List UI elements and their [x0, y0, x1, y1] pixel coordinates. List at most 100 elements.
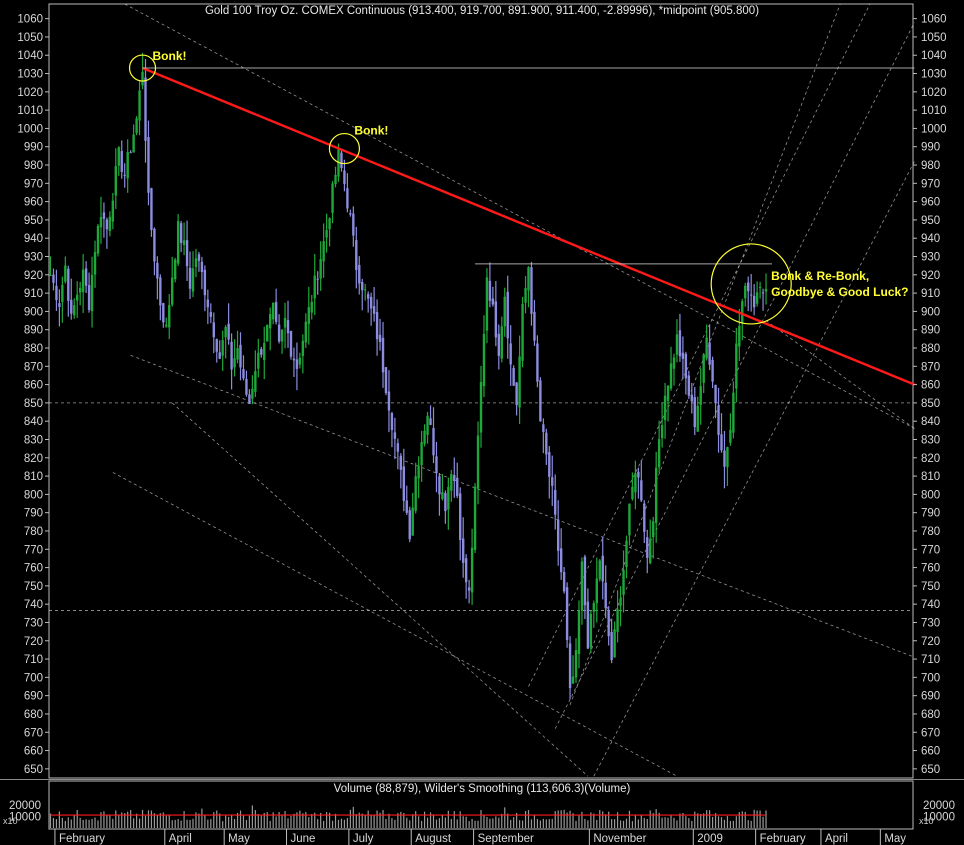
price-bar-body — [76, 294, 79, 301]
y-tick-label-right: 760 — [921, 563, 940, 575]
price-bar-body — [73, 305, 76, 316]
price-bar-body — [84, 268, 88, 286]
price-bar-body — [254, 371, 257, 392]
price-bar-body — [185, 240, 189, 267]
y-tick-label-right: 730 — [921, 617, 940, 629]
price-bar-body — [616, 609, 619, 632]
y-tick-label-left: 780 — [24, 526, 43, 538]
price-bar-body — [456, 477, 459, 496]
price-bar-body — [364, 289, 367, 291]
price-bar-body — [631, 486, 634, 500]
price-bar-body — [271, 302, 275, 320]
price-bar-body — [467, 587, 471, 591]
y-tick-label-right: 850 — [921, 398, 940, 410]
price-bar-body — [613, 629, 616, 658]
price-bar-body — [245, 378, 248, 395]
y-tick-label-right: 930 — [921, 252, 940, 264]
price-bar-body — [129, 152, 132, 154]
price-bar-body — [592, 603, 596, 612]
price-bar-body — [58, 303, 61, 307]
price-bar-body — [518, 356, 521, 408]
price-bar-body — [669, 363, 673, 389]
x-tick-label: July — [353, 833, 374, 845]
price-bar-body — [49, 274, 52, 276]
y-tick-label-left: 650 — [24, 764, 43, 776]
volume-label: Volume (88,879), Wilder's Smoothing (113… — [334, 783, 631, 795]
y-tick-label-right: 1010 — [921, 105, 947, 117]
y-tick-label-right: 680 — [921, 709, 940, 721]
price-bar-body — [304, 321, 308, 343]
price-bar-body — [417, 465, 420, 479]
price-bar-body — [108, 216, 112, 232]
y-tick-label-left: 770 — [24, 544, 43, 556]
price-bar-body — [423, 430, 426, 444]
y-tick-label-left: 1020 — [17, 87, 43, 99]
price-bar-body — [503, 296, 506, 327]
price-bar-body — [147, 137, 150, 193]
price-bar-body — [435, 456, 438, 474]
y-tick-label-left: 1010 — [17, 105, 43, 117]
price-bar-body — [735, 343, 738, 389]
price-bar-body — [325, 230, 328, 238]
y-tick-label-right: 870 — [921, 361, 940, 373]
price-bar-body — [111, 200, 115, 222]
x-tick-label: May — [884, 833, 906, 845]
y-tick-label-right: 1050 — [921, 32, 947, 44]
y-tick-label-left: 870 — [24, 361, 43, 373]
price-bar-body — [559, 548, 563, 573]
price-bar-body — [176, 221, 180, 264]
price-bar-body — [150, 188, 153, 231]
price-bar-body — [761, 292, 765, 294]
y-tick-label-right: 710 — [921, 654, 940, 666]
y-tick-label-left: 910 — [24, 288, 43, 300]
volume-scale-left: x10 — [3, 816, 18, 826]
price-bar-body — [693, 397, 696, 428]
y-tick-label-left: 990 — [24, 142, 43, 154]
y-tick-label-left: 790 — [24, 508, 43, 520]
price-bar-body — [369, 296, 373, 309]
y-tick-label-right: 1020 — [921, 87, 947, 99]
price-bar-body — [705, 337, 708, 359]
price-bar-body — [310, 301, 313, 313]
price-bar-body — [301, 340, 305, 356]
price-bar-body — [666, 385, 670, 401]
y-tick-label-right: 790 — [921, 508, 940, 520]
price-bar-body — [640, 480, 643, 501]
x-tick-label: April — [825, 833, 848, 845]
y-tick-label-left: 1060 — [17, 14, 43, 26]
price-bar-body — [200, 261, 204, 273]
price-bar-body — [123, 174, 126, 176]
price-bar-body — [551, 477, 554, 486]
y-tick-label-right: 880 — [921, 343, 940, 355]
price-bar-body — [117, 147, 120, 166]
y-tick-label-left: 890 — [24, 325, 43, 337]
price-bar-body — [583, 556, 587, 606]
x-tick-label: 2009 — [697, 833, 723, 845]
price-bar-body — [577, 610, 581, 654]
price-bar-body — [179, 223, 183, 243]
price-bar-body — [263, 343, 266, 361]
price-bar-body — [678, 330, 682, 357]
price-bar-body — [55, 285, 58, 301]
price-bar-body — [159, 277, 162, 306]
y-tick-label-left: 750 — [24, 581, 43, 593]
y-tick-label-right: 750 — [921, 581, 940, 593]
x-tick-label: August — [415, 833, 452, 845]
price-bar-body — [307, 307, 310, 324]
price-bar-body — [70, 299, 73, 314]
price-bar-body — [102, 212, 106, 219]
price-bar-body — [714, 384, 717, 404]
price-bar-body — [286, 320, 290, 334]
price-bar-body — [723, 450, 726, 467]
price-bar-body — [622, 569, 625, 595]
y-tick-label-left: 860 — [24, 380, 43, 392]
price-bar-body — [536, 343, 539, 382]
price-bar-body — [556, 519, 560, 551]
price-bar-body — [533, 311, 536, 341]
price-bar-body — [384, 367, 388, 394]
y-tick-label-left: 720 — [24, 636, 43, 648]
price-bar-body — [381, 337, 385, 373]
y-tick-label-left: 810 — [24, 471, 43, 483]
price-bar-body — [663, 395, 667, 421]
y-tick-label-left: 730 — [24, 617, 43, 629]
